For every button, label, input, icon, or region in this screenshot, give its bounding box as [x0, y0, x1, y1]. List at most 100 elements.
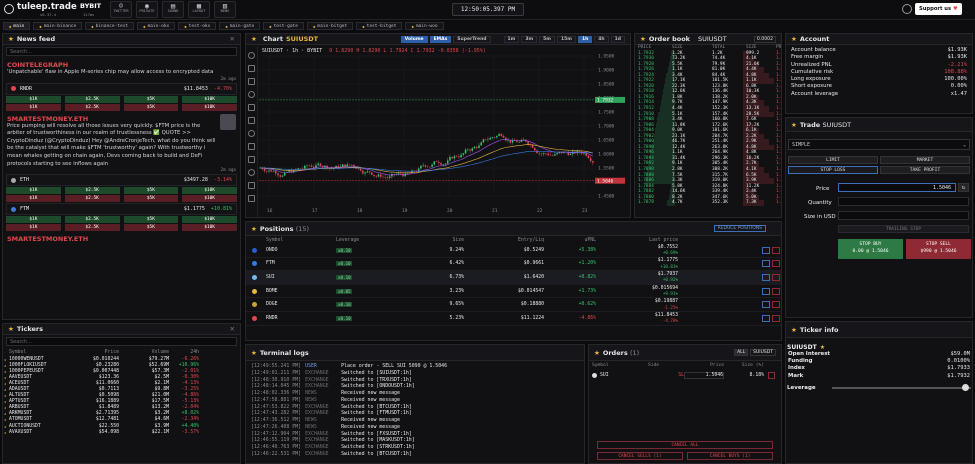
zoom-icon[interactable]	[248, 143, 255, 150]
sell-button[interactable]: $5K	[123, 224, 179, 232]
filter-suiusdt[interactable]: SUIUSDT	[750, 349, 776, 356]
text-icon[interactable]	[248, 117, 255, 124]
tab-main-woo[interactable]: ◆ main-woo	[405, 22, 444, 30]
close-icon[interactable]: ✕	[230, 325, 235, 333]
interval-5m[interactable]: 5m	[539, 35, 555, 43]
order-mode-select[interactable]: SIMPLE ⌄	[788, 139, 970, 150]
close-position-icon[interactable]	[772, 273, 780, 281]
filter-all[interactable]: ALL	[734, 349, 749, 356]
stop-buy-button[interactable]: STOP BUY 0.00 @ 1.5046	[838, 239, 903, 259]
position-row[interactable]: DOGE x0.10 9.65% $0.18880 +0.62% $0.19887 -1.2…	[246, 298, 781, 312]
lock-icon[interactable]	[248, 169, 255, 176]
buy-button[interactable]: $5K	[123, 216, 179, 224]
star-icon[interactable]: ★	[791, 326, 797, 334]
position-row[interactable]: SUI x0.10 6.73% $1.6420 +0.82% $1.7937 +0.92%	[246, 271, 781, 285]
tab-main[interactable]: ◆ main	[3, 22, 31, 30]
star-icon[interactable]: ★	[251, 225, 257, 233]
chart-symbol[interactable]: SUIUSDT	[286, 35, 318, 43]
buy-button[interactable]: $2.5K	[64, 187, 120, 195]
support-button[interactable]: Support us ♥	[915, 3, 962, 15]
buy-button[interactable]: $1K	[6, 216, 61, 224]
tab-main-binance[interactable]: ◆ main-binance	[33, 22, 83, 30]
measure-icon[interactable]	[248, 130, 255, 137]
trash-icon[interactable]	[248, 195, 255, 202]
fib-icon[interactable]	[248, 91, 255, 98]
ticker-row[interactable]: ★ AVAXUSDT $54.098 $22.1M -3.57%	[3, 429, 240, 435]
tab-test-bitget[interactable]: ◆ test-bitget	[356, 22, 403, 30]
interval-4h[interactable]: 4h	[594, 35, 609, 43]
nav-person-button[interactable]: ☺ TWITTER	[110, 1, 132, 18]
slider-handle[interactable]	[962, 383, 969, 391]
brush-icon[interactable]	[248, 104, 255, 111]
sell-button[interactable]: $10K	[182, 224, 237, 232]
horizontal-line-icon[interactable]	[248, 78, 255, 85]
orderbook-row[interactable]: 1.7878 4.7K 352.3K 7.3K 1.7988	[635, 200, 781, 206]
toggle-emas[interactable]: EMAs	[429, 35, 452, 43]
close-position-icon[interactable]	[772, 260, 780, 268]
nav-grid-button[interactable]: ▦ LAYOUT	[188, 1, 210, 18]
tickers-search-input[interactable]: Search...	[6, 337, 237, 346]
buy-button[interactable]: $2.5K	[64, 216, 120, 224]
buy-button[interactable]: $10K	[182, 95, 237, 103]
star-icon[interactable]: ★	[251, 35, 257, 43]
close-position-icon[interactable]	[772, 287, 780, 295]
position-row[interactable]: RNDR x0.10 5.23% $11.1224 -4.86% $11.8453 -4.7…	[246, 312, 781, 326]
news-ticker-row[interactable]: ETH $3497.28 -3.14%	[6, 174, 237, 187]
interval-1d[interactable]: 1d	[610, 35, 625, 43]
close-position-icon[interactable]	[772, 301, 780, 309]
orderbook-step-select[interactable]: 0.0002	[753, 35, 776, 43]
order-type-limit[interactable]: LIMIT	[788, 156, 878, 164]
sell-button[interactable]: $10K	[182, 103, 237, 111]
sell-button[interactable]: $2.5K	[64, 195, 120, 203]
tab-test-gate[interactable]: ◆ test-gate	[263, 22, 304, 30]
interval-3m[interactable]: 3m	[521, 35, 538, 43]
news-ticker-row[interactable]: FTM $1.1775 +10.81%	[6, 203, 237, 216]
buy-button[interactable]: $1K	[6, 95, 61, 103]
cancel-buys-button[interactable]: CANCEL BUYS (1)	[687, 452, 773, 460]
interval-15m[interactable]: 15m	[557, 35, 576, 43]
edit-icon[interactable]	[762, 273, 770, 281]
quantity-input[interactable]	[838, 197, 969, 206]
price-input[interactable]: 1.5046	[838, 183, 956, 192]
star-icon[interactable]: ★	[640, 35, 646, 43]
refresh-icon[interactable]: ↻	[958, 183, 969, 192]
order-type-market[interactable]: MARKET	[880, 156, 970, 164]
edit-icon[interactable]	[762, 287, 770, 295]
sell-button[interactable]: $2.5K	[64, 103, 120, 111]
toggle-volume[interactable]: Volume	[400, 35, 428, 43]
sell-button[interactable]: $10K	[182, 195, 237, 203]
sell-button[interactable]: $5K	[123, 103, 179, 111]
sell-button[interactable]: $1K	[6, 224, 61, 232]
leverage-slider[interactable]	[831, 383, 971, 391]
order-type-stop-loss[interactable]: STOP LOSS	[788, 166, 878, 174]
interval-1m[interactable]: 1m	[503, 35, 520, 43]
trailing-stop-button[interactable]: TRAILING STOP	[838, 225, 969, 233]
cancel-sells-button[interactable]: CANCEL SELLS (1)	[597, 452, 683, 460]
news-search-input[interactable]: Search...	[6, 47, 237, 56]
star-icon[interactable]: ★	[791, 121, 797, 129]
buy-button[interactable]: $10K	[182, 216, 237, 224]
order-row[interactable]: SUI SL 1.5046 8.18%	[589, 370, 781, 380]
star-icon[interactable]: ★	[8, 325, 14, 333]
cancel-order-icon[interactable]	[768, 371, 775, 379]
star-icon[interactable]: ★	[251, 349, 257, 357]
toggle-supertrend[interactable]: SuperTrend	[453, 35, 491, 43]
edit-icon[interactable]	[762, 314, 770, 322]
sell-button[interactable]: $1K	[6, 195, 61, 203]
magnet-icon[interactable]	[248, 156, 255, 163]
buy-button[interactable]: $5K	[123, 95, 179, 103]
news-ticker-row[interactable]: RNDR $11.8453 -4.70%	[6, 82, 237, 95]
position-row[interactable]: BOME x0.05 3.23% $0.014547 +1.73% $0.015694 +9…	[246, 285, 781, 299]
buy-button[interactable]: $1K	[6, 187, 61, 195]
edit-icon[interactable]	[762, 301, 770, 309]
close-position-icon[interactable]	[772, 246, 780, 254]
nav-chart-button[interactable]: ▤ SOUND	[162, 1, 184, 18]
sell-button[interactable]: $5K	[123, 195, 179, 203]
stop-sell-button[interactable]: STOP SELL $990 @ 1.5046	[906, 239, 971, 259]
nav-book-button[interactable]: ▥ NEWS	[214, 1, 236, 18]
trend-line-icon[interactable]	[248, 65, 255, 72]
star-icon[interactable]: ★	[8, 35, 14, 43]
cancel-all-button[interactable]: CANCEL ALL	[597, 441, 773, 449]
star-icon[interactable]: ★	[820, 344, 825, 351]
position-row[interactable]: ONDO x0.10 9.24% $0.5249 +5.38% $0.7552 +0.69%	[246, 244, 781, 258]
